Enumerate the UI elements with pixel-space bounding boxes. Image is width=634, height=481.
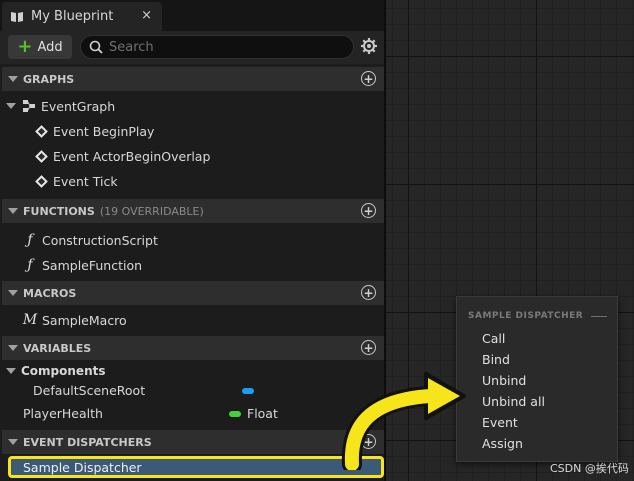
add-circle-icon[interactable]: + (361, 285, 376, 300)
search-icon (89, 40, 103, 54)
collapse-arrow-icon[interactable] (6, 103, 16, 109)
function-icon: ƒ (27, 257, 33, 273)
section-title: EVENT DISPATCHERS (23, 435, 152, 449)
variable-name: DefaultSceneRoot (33, 382, 146, 398)
arrow-icon (341, 372, 466, 470)
section-event-dispatchers[interactable]: EVENT DISPATCHERS + (2, 430, 384, 454)
variable-name: PlayerHealth (23, 405, 103, 421)
tree-item-function[interactable]: ƒ ConstructionScript (23, 229, 158, 251)
menu-divider (591, 316, 607, 317)
tree-item-label: SampleFunction (42, 257, 143, 273)
variable-type-label: Float (247, 405, 278, 421)
tree-item-label: Event BeginPlay (53, 123, 155, 139)
menu-item-unbind-all[interactable]: Unbind all (482, 394, 545, 409)
menu-title: SAMPLE DISPATCHER (468, 311, 584, 321)
toolbar: + Add (0, 31, 384, 64)
add-button[interactable]: + Add (8, 35, 72, 59)
event-diamond-icon (34, 149, 48, 163)
close-icon[interactable]: × (141, 8, 152, 23)
tree-item-label: EventGraph (41, 98, 116, 114)
collapse-arrow-icon[interactable] (8, 208, 18, 214)
function-icon: ƒ (27, 232, 33, 248)
tree-item-label: Event ActorBeginOverlap (53, 148, 211, 164)
macro-icon: M (22, 312, 38, 328)
event-diamond-icon (34, 124, 48, 138)
tab-title: My Blueprint (31, 9, 114, 24)
collapse-arrow-icon[interactable] (8, 345, 18, 351)
add-circle-icon[interactable]: + (361, 71, 376, 86)
add-circle-icon[interactable]: + (361, 340, 376, 355)
variable-player-health[interactable]: PlayerHealth (23, 402, 103, 424)
variable-default-scene-root[interactable]: DefaultSceneRoot (33, 379, 145, 401)
tab-my-blueprint[interactable]: My Blueprint × (2, 2, 162, 31)
watermark: CSDN @挨代码 (550, 462, 629, 475)
dispatcher-context-menu: SAMPLE DISPATCHER Call Bind Unbind Unbin… (456, 296, 618, 462)
collapse-arrow-icon[interactable] (8, 290, 18, 296)
section-title: GRAPHS (23, 72, 75, 86)
section-title: VARIABLES (23, 341, 92, 355)
menu-item-bind[interactable]: Bind (482, 352, 510, 367)
my-blueprint-panel: My Blueprint × + Add GRAPHS + (0, 0, 384, 481)
menu-item-assign[interactable]: Assign (482, 436, 523, 451)
event-diamond-icon (34, 174, 48, 188)
add-circle-icon[interactable]: + (361, 203, 376, 218)
section-title: FUNCTIONS (23, 204, 95, 218)
book-icon (10, 11, 24, 23)
add-button-label: Add (37, 39, 63, 55)
tree-item-function[interactable]: ƒ SampleFunction (23, 254, 142, 276)
section-title: MACROS (23, 286, 77, 300)
tree-item-event[interactable]: Event BeginPlay (34, 120, 154, 142)
section-subtitle: (19 OVERRIDABLE) (99, 204, 204, 218)
dispatcher-item-selected[interactable]: Sample Dispatcher (8, 456, 384, 478)
object-type-pill (242, 388, 254, 394)
section-graphs[interactable]: GRAPHS + (2, 67, 384, 91)
tree-item-label: Sample Dispatcher (23, 459, 142, 475)
section-macros[interactable]: MACROS + (2, 281, 384, 305)
section-functions[interactable]: FUNCTIONS (19 OVERRIDABLE) + (2, 199, 384, 223)
float-type-pill (229, 411, 241, 417)
section-variables[interactable]: VARIABLES + (2, 336, 384, 360)
search-box[interactable] (80, 35, 354, 59)
tree-item-label: ConstructionScript (42, 232, 158, 248)
tree-item-label: Event Tick (53, 173, 118, 189)
collapse-arrow-icon[interactable] (8, 439, 18, 445)
collapse-arrow-icon[interactable] (6, 368, 16, 374)
tree-item-label: SampleMacro (42, 312, 127, 328)
tree-item-event[interactable]: Event ActorBeginOverlap (34, 145, 210, 167)
tab-bar: My Blueprint × (0, 0, 384, 31)
tree-item-macro[interactable]: M SampleMacro (23, 309, 127, 331)
category-label: Components (21, 364, 106, 378)
menu-item-unbind[interactable]: Unbind (482, 373, 526, 388)
menu-item-call[interactable]: Call (482, 331, 505, 346)
plus-icon: + (17, 36, 33, 57)
search-input[interactable] (109, 39, 329, 55)
tree-item-event[interactable]: Event Tick (34, 170, 118, 192)
collapse-arrow-icon[interactable] (8, 76, 18, 82)
menu-item-event[interactable]: Event (482, 415, 518, 430)
gear-icon[interactable] (360, 37, 378, 55)
event-graph-icon (22, 99, 36, 113)
tree-item-event-graph[interactable]: EventGraph (6, 95, 115, 117)
